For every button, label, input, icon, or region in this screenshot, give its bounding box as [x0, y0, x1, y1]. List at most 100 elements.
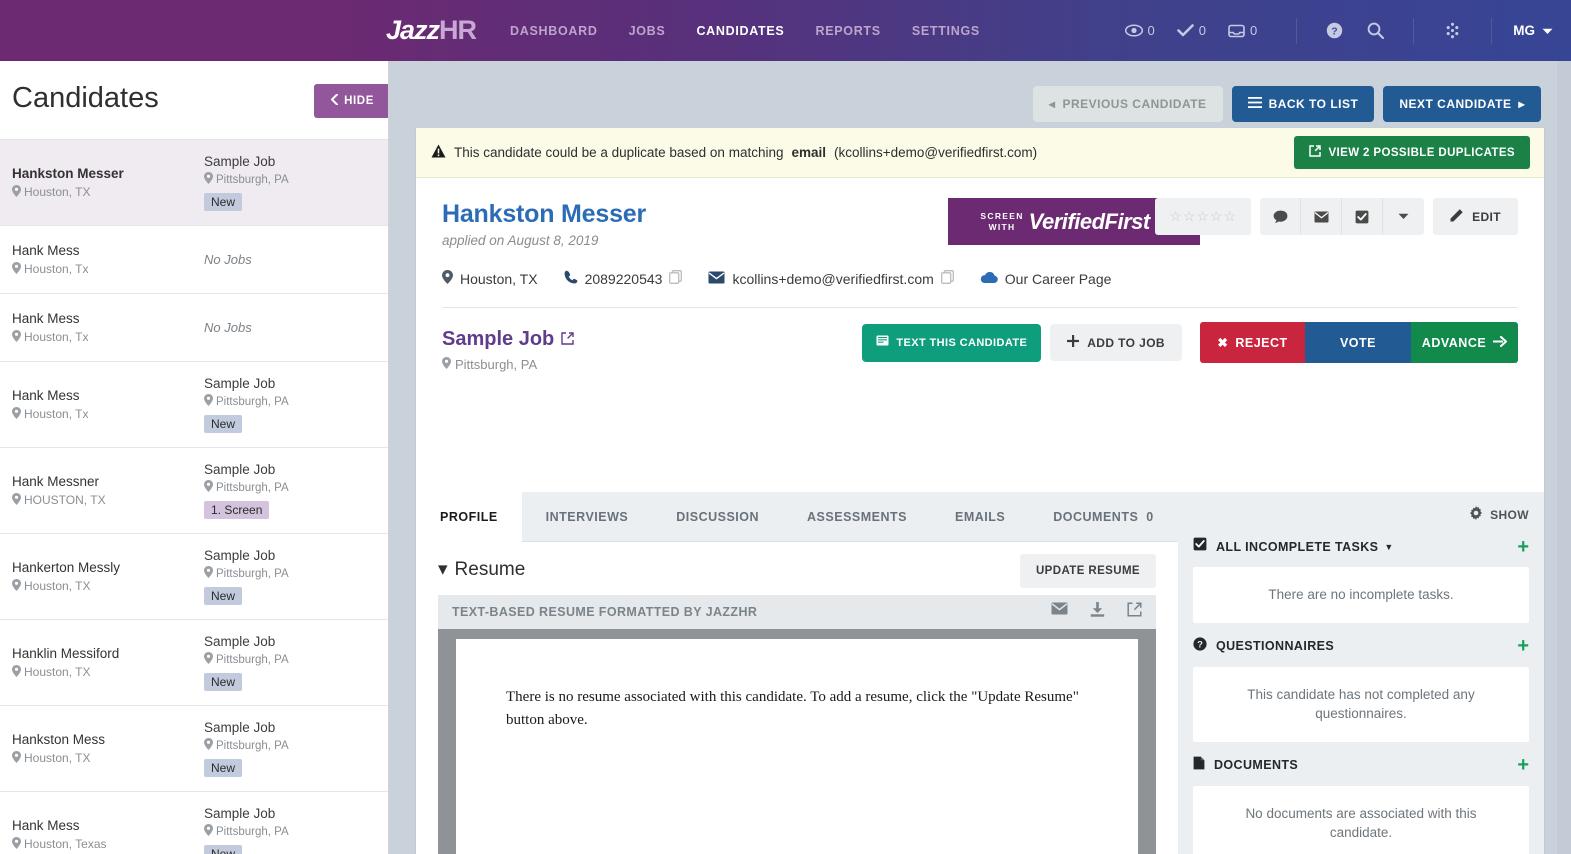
- candidate-detail-card: This candidate could be a duplicate base…: [416, 128, 1544, 854]
- previous-candidate-button[interactable]: ◂ PREVIOUS CANDIDATE: [1032, 86, 1223, 122]
- list-job-info: Sample Job Pittsburgh, PA New: [204, 634, 376, 691]
- page-scrollbar[interactable]: [1557, 61, 1571, 854]
- jazzhr-logo[interactable]: Jazz HR: [386, 15, 477, 46]
- search-icon[interactable]: [1367, 22, 1385, 39]
- nav-divider-1: [1296, 17, 1298, 44]
- inbox-icon: [1228, 24, 1245, 38]
- user-menu[interactable]: MG: [1513, 23, 1553, 38]
- next-candidate-label: NEXT CANDIDATE: [1399, 97, 1512, 111]
- tab-count: 0: [1146, 509, 1154, 524]
- tab-emails[interactable]: EMAILS: [931, 492, 1029, 541]
- list-job-location: Pittsburgh, PA: [204, 738, 376, 753]
- list-candidate-info: Hanklin Messiford Houston, TX: [12, 646, 204, 680]
- caret-right-icon: ▸: [1518, 97, 1525, 111]
- resume-format-label: TEXT-BASED RESUME FORMATTED BY JAZZHR: [452, 605, 758, 619]
- candidate-list-item[interactable]: Hank Mess Houston, Texas Sample Job Pittsbu…: [0, 792, 388, 854]
- copy-phone-icon[interactable]: [669, 270, 683, 287]
- more-actions-dropdown[interactable]: [1383, 198, 1424, 235]
- list-candidate-location: Houston, Tx: [12, 329, 204, 345]
- chevron-down-icon[interactable]: ▼: [1384, 542, 1393, 552]
- candidate-list-item[interactable]: Hank Mess Houston, Tx No Jobs: [0, 226, 388, 294]
- list-job-location: Pittsburgh, PA: [204, 566, 376, 581]
- resume-title[interactable]: ▾ Resume: [438, 558, 525, 581]
- tasks-count: 0: [1198, 23, 1207, 38]
- comment-icon[interactable]: [1260, 198, 1302, 235]
- external-link-icon[interactable]: [561, 328, 574, 351]
- list-candidate-name: Hank Mess: [12, 310, 80, 326]
- candidate-list-item[interactable]: Hankerton Messly Houston, TX Sample Job Pit…: [0, 534, 388, 620]
- map-pin-icon: [204, 394, 213, 409]
- tab-profile[interactable]: PROFILE: [416, 492, 522, 542]
- resume-toolbar-icons: [1051, 602, 1142, 622]
- verifiedfirst-brand: VerifiedFirst: [1028, 208, 1151, 234]
- list-job-info: Sample Job Pittsburgh, PA New: [204, 548, 376, 605]
- open-resume-external-icon[interactable]: [1127, 602, 1142, 622]
- copy-email-icon[interactable]: [940, 270, 954, 287]
- list-candidate-name: Hankston Mess: [12, 731, 106, 747]
- sidebar-section-title[interactable]: ALL INCOMPLETE TASKS: [1216, 540, 1378, 554]
- duplicate-match-field: email: [791, 145, 827, 160]
- candidate-list-item[interactable]: Hank Mess Houston, Tx No Jobs: [0, 294, 388, 362]
- update-resume-button[interactable]: UPDATE RESUME: [1019, 554, 1156, 588]
- sidebar-section-add-button[interactable]: +: [1517, 636, 1529, 656]
- show-settings-button[interactable]: SHOW: [1193, 492, 1529, 523]
- tab-discussion[interactable]: DISCUSSION: [652, 492, 783, 541]
- hide-label: HIDE: [344, 95, 374, 107]
- next-candidate-button[interactable]: NEXT CANDIDATE ▸: [1383, 86, 1541, 122]
- candidate-list: Hankston Messer Houston, TX Sample Job Pitt…: [0, 140, 388, 854]
- nav-link-candidates[interactable]: CANDIDATES: [696, 24, 784, 38]
- map-pin-icon: [442, 270, 453, 287]
- nav-link-dashboard[interactable]: DASHBOARD: [510, 24, 598, 38]
- apps-grid-icon[interactable]: [1443, 21, 1462, 40]
- tasks-stat[interactable]: 0: [1176, 23, 1207, 38]
- list-job-name: Sample Job: [204, 154, 276, 169]
- hide-panel-button[interactable]: HIDE: [314, 84, 388, 118]
- tab-interviews[interactable]: INTERVIEWS: [522, 492, 653, 541]
- email-action-icon[interactable]: [1301, 198, 1343, 235]
- candidate-list-item[interactable]: Hank Messner HOUSTON, TX Sample Job Pittsbu…: [0, 448, 388, 534]
- view-duplicates-button[interactable]: VIEW 2 POSSIBLE DUPLICATES: [1294, 136, 1530, 169]
- list-no-jobs: No Jobs: [204, 320, 252, 335]
- candidate-rating-stars[interactable]: ☆☆☆☆☆: [1155, 198, 1252, 235]
- sidebar-section-add-button[interactable]: +: [1517, 755, 1529, 775]
- sidebar-section-title[interactable]: DOCUMENTS: [1214, 758, 1298, 772]
- candidate-list-item[interactable]: Hank Mess Houston, Tx Sample Job Pittsburgh…: [0, 362, 388, 448]
- list-job-location: Pittsburgh, PA: [204, 172, 376, 187]
- list-job-location: Pittsburgh, PA: [204, 652, 376, 667]
- add-to-job-button[interactable]: ADD TO JOB: [1050, 324, 1182, 361]
- reject-button[interactable]: ✖ REJECT: [1200, 322, 1305, 363]
- advance-button[interactable]: ADVANCE: [1411, 322, 1518, 363]
- candidate-list-item[interactable]: Hankston Mess Houston, TX Sample Job Pittsb…: [0, 706, 388, 792]
- tab-assessments[interactable]: ASSESSMENTS: [783, 492, 931, 541]
- back-to-list-button[interactable]: BACK TO LIST: [1231, 86, 1375, 122]
- list-job-location: Pittsburgh, PA: [204, 480, 376, 495]
- watching-stat[interactable]: 0: [1124, 23, 1155, 38]
- envelope-icon: [708, 271, 725, 287]
- vote-button[interactable]: VOTE: [1305, 322, 1411, 363]
- sidebar-section-add-button[interactable]: +: [1517, 537, 1529, 557]
- text-candidate-button[interactable]: TEXT THIS CANDIDATE: [862, 323, 1042, 362]
- map-pin-icon: [12, 750, 21, 766]
- svg-text:?: ?: [1332, 25, 1338, 37]
- list-candidate-name: Hank Messner: [12, 473, 100, 489]
- edit-candidate-button[interactable]: EDIT: [1433, 198, 1518, 235]
- sidebar-section-title[interactable]: QUESTIONNAIRES: [1216, 639, 1334, 653]
- nav-link-settings[interactable]: SETTINGS: [912, 24, 980, 38]
- list-job-info: No Jobs: [204, 252, 376, 267]
- nav-link-jobs[interactable]: JOBS: [629, 24, 666, 38]
- logo-hr-text: HR: [439, 15, 477, 45]
- candidate-list-item[interactable]: Hankston Messer Houston, TX Sample Job Pitt…: [0, 140, 388, 226]
- candidate-email: kcollins+demo@verifiedfirst.com: [708, 270, 954, 287]
- map-pin-icon: [442, 357, 451, 372]
- caret-down-icon: ▾: [438, 559, 448, 580]
- tab-documents[interactable]: DOCUMENTS 0: [1029, 492, 1178, 541]
- candidate-quick-actions: [1260, 198, 1425, 235]
- email-resume-icon[interactable]: [1051, 602, 1068, 622]
- download-resume-icon[interactable]: [1090, 602, 1105, 622]
- candidate-list-item[interactable]: Hanklin Messiford Houston, TX Sample Job Pi…: [0, 620, 388, 706]
- help-icon[interactable]: ?: [1326, 22, 1343, 39]
- nav-link-reports[interactable]: REPORTS: [815, 24, 880, 38]
- inbox-stat[interactable]: 0: [1228, 23, 1257, 38]
- add-to-job-label: ADD TO JOB: [1087, 335, 1165, 350]
- task-checkbox-icon[interactable]: [1342, 198, 1384, 235]
